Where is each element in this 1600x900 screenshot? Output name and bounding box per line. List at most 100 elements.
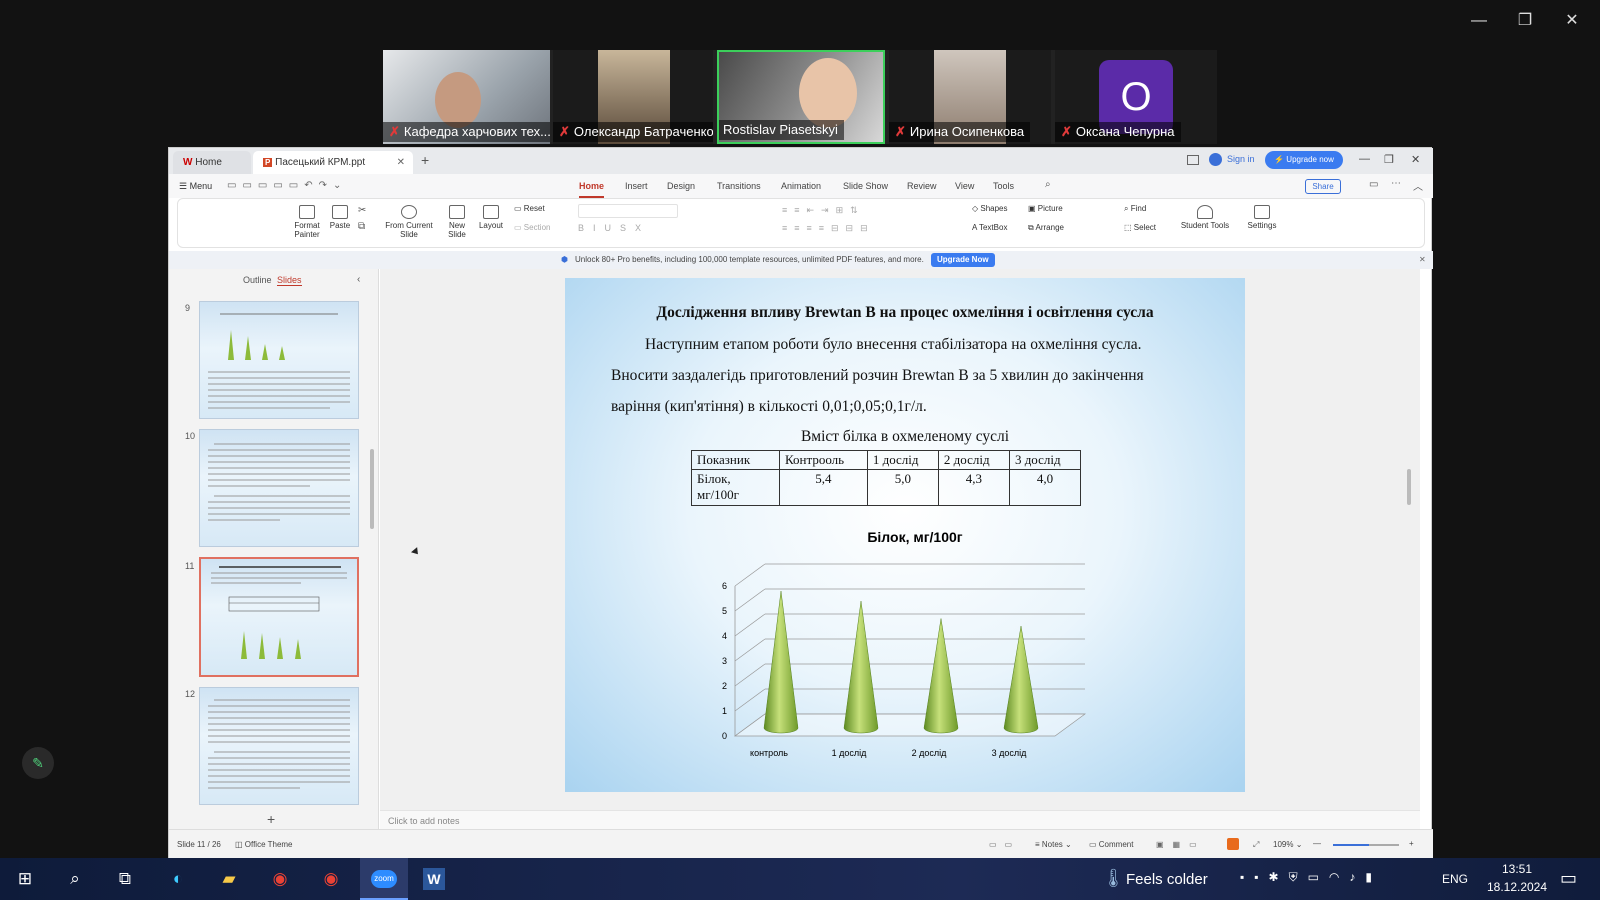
tab-slide-show[interactable]: Slide Show [843, 174, 888, 198]
more-icon[interactable]: ⋯ [1391, 178, 1401, 189]
sign-in-link[interactable]: Sign in [1227, 154, 1255, 164]
tab-insert[interactable]: Insert [625, 174, 648, 198]
weather-text[interactable]: Feels colder [1126, 871, 1208, 888]
collapse-pane-icon[interactable]: ‹ [357, 274, 360, 285]
layout-button[interactable]: Layout [476, 205, 506, 230]
tab-view[interactable]: View [955, 174, 974, 198]
tab-home[interactable]: W Home [173, 151, 251, 174]
search-icon[interactable]: ⌕ [1045, 179, 1051, 190]
tab-document[interactable]: P Пасецький КРМ.ppt ✕ [253, 151, 413, 174]
section-button[interactable]: ▭ Section [514, 223, 550, 232]
fit-icon[interactable]: ⤢ [1253, 837, 1259, 853]
settings-button[interactable]: Settings [1242, 205, 1282, 230]
status-tools[interactable]: ▭▭ [989, 837, 1020, 853]
editor-scrollbar[interactable] [1402, 269, 1416, 809]
alignment-buttons[interactable]: ≡≡≡≡⊟⊟⊟ [782, 223, 875, 234]
tab-design[interactable]: Design [667, 174, 695, 198]
comment-icon[interactable]: ▭ [1369, 179, 1378, 190]
system-tray-icons[interactable]: ▪▪✱⛨▭◠♪▮ [1240, 870, 1382, 885]
zoom-out-icon[interactable]: — [1313, 836, 1321, 852]
clock-time[interactable]: 13:51 [1480, 862, 1554, 876]
tab-home-ribbon[interactable]: Home [579, 174, 605, 198]
quick-access-toolbar[interactable]: ▭▭▭▭▭↶↷⌄ [227, 180, 357, 192]
theme-name[interactable]: ◫ Office Theme [235, 837, 293, 853]
word-app-icon[interactable]: W [414, 862, 454, 896]
paragraph-buttons[interactable]: ≡≡⇤⇥⊞⇅ [782, 205, 865, 216]
file-explorer-icon[interactable]: ▰ [209, 862, 249, 896]
paste-button[interactable]: Paste [326, 205, 354, 230]
select-button[interactable]: ⬚ Select [1124, 223, 1156, 232]
slide-thumbnail-12[interactable] [199, 687, 359, 805]
menu-button[interactable]: ☰ Menu [179, 174, 212, 198]
textbox-button[interactable]: A TextBox [972, 223, 1007, 232]
participant-tile-active[interactable]: Rostislav Piasetskyi [717, 50, 885, 144]
font-format-buttons[interactable]: BIUSX [578, 223, 650, 233]
from-current-slide-button[interactable]: From Current Slide [384, 205, 434, 239]
comment-toggle[interactable]: ▭ Comment [1089, 837, 1133, 853]
participant-tile[interactable]: О ✗ Оксана Чепурна [1055, 50, 1217, 144]
language-indicator[interactable]: ENG [1442, 872, 1468, 886]
restore-icon[interactable]: ❐ [1384, 153, 1394, 166]
edge-icon[interactable]: ◐ [158, 862, 198, 896]
reset-button[interactable]: ▭ Reset [514, 204, 545, 213]
slide-thumbnail-11-selected[interactable] [199, 557, 359, 677]
add-slide-icon[interactable]: + [267, 811, 275, 827]
close-icon[interactable]: ✕ [1549, 8, 1595, 34]
ppt-file-icon: P [263, 158, 273, 167]
picture-button[interactable]: ▣ Picture [1028, 204, 1063, 213]
close-tab-icon[interactable]: ✕ [397, 151, 405, 174]
close-banner-icon[interactable]: ✕ [1419, 251, 1426, 269]
annotate-pencil-icon[interactable]: ✎ [22, 747, 54, 779]
student-tools-button[interactable]: Student Tools [1178, 205, 1232, 230]
tab-review[interactable]: Review [907, 174, 937, 198]
tab-outline[interactable]: Outline [243, 275, 272, 285]
info-icon: ⬢ [561, 255, 568, 264]
zoom-in-icon[interactable]: + [1409, 836, 1414, 852]
restore-icon[interactable]: ❐ [1502, 8, 1548, 34]
view-mode-buttons[interactable]: ▣▦▭ [1156, 837, 1206, 853]
format-painter-button[interactable]: Format Painter [290, 205, 324, 239]
notes-area[interactable]: Click to add notes [380, 810, 1420, 830]
notes-toggle[interactable]: ≡ Notes ⌄ [1035, 837, 1072, 853]
new-tab-icon[interactable]: + [421, 152, 429, 168]
font-family-select[interactable] [578, 204, 678, 218]
slide-paragraph-line: Наступним етапом роботи було внесення ст… [645, 336, 1142, 353]
task-view-icon[interactable]: ⧉ [105, 862, 145, 896]
tab-transitions[interactable]: Transitions [717, 174, 761, 198]
participant-tile[interactable]: ✗ Ирина Осипенкова [889, 50, 1051, 144]
tab-animation[interactable]: Animation [781, 174, 821, 198]
zoom-slider[interactable] [1333, 844, 1399, 846]
collapse-ribbon-icon[interactable]: ︿ [1413, 178, 1423, 193]
find-button[interactable]: ⌕ Find [1124, 204, 1146, 214]
chrome-profile-icon[interactable]: ◉ [311, 862, 351, 896]
zoom-level[interactable]: 109% ⌄ [1273, 837, 1302, 853]
copy-icon[interactable]: ⧉ [358, 221, 365, 232]
slide-thumbnail-9[interactable] [199, 301, 359, 419]
scroll-thumb[interactable] [1407, 469, 1411, 505]
participant-tile[interactable]: ✗ Кафедра харчових тех... [383, 50, 550, 144]
upgrade-now-banner-button[interactable]: Upgrade Now [931, 253, 995, 267]
pane-scrollbar[interactable] [370, 449, 374, 529]
reading-mode-icon[interactable] [1187, 155, 1199, 165]
zoom-app-icon[interactable]: zoom [360, 858, 408, 900]
minimize-icon[interactable]: — [1456, 8, 1502, 34]
slide-canvas[interactable]: Дослідження впливу Brewtan B на процес о… [565, 278, 1245, 792]
cut-icon[interactable]: ✂ [358, 205, 366, 216]
windows-start-icon[interactable]: ⊞ [5, 862, 45, 896]
arrange-button[interactable]: ⧉ Arrange [1028, 223, 1064, 233]
new-slide-button[interactable]: New Slide [444, 205, 470, 239]
share-button[interactable]: Share [1305, 179, 1341, 194]
chrome-icon[interactable]: ◉ [260, 862, 300, 896]
slideshow-button[interactable] [1227, 838, 1239, 850]
clock-date[interactable]: 18.12.2024 [1480, 880, 1554, 894]
minimize-icon[interactable]: — [1359, 153, 1370, 165]
close-icon[interactable]: ✕ [1411, 153, 1420, 166]
shapes-button[interactable]: ◇ Shapes [972, 204, 1008, 213]
notifications-icon[interactable]: ▭ [1560, 868, 1577, 889]
tab-tools[interactable]: Tools [993, 174, 1014, 198]
slide-thumbnail-10[interactable] [199, 429, 359, 547]
tab-slides[interactable]: Slides [277, 275, 302, 286]
upgrade-now-button[interactable]: ⚡ Upgrade now [1265, 151, 1343, 169]
participant-tile[interactable]: ✗ Олександр Батраченко [553, 50, 713, 144]
search-icon[interactable]: ⌕ [55, 862, 95, 896]
